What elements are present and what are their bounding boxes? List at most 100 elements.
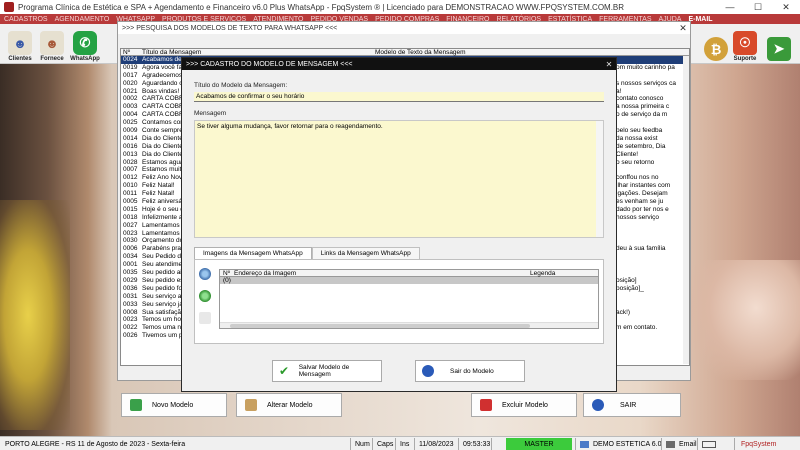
search-actions: Novo Modelo Alterar Modelo Excluir Model…	[117, 391, 691, 419]
statusbar: PORTO ALEGRE - RS 11 de Agosto de 2023 -…	[0, 436, 800, 450]
delete-template-button[interactable]: Excluir Modelo	[471, 393, 577, 417]
col-title[interactable]: Título da Mensagem	[140, 49, 373, 56]
row-id: 0033	[123, 300, 138, 308]
row-id: 0004	[123, 111, 138, 119]
people-icon: ☻	[8, 31, 32, 55]
row-text: nossos serviço	[616, 213, 659, 221]
dialog-title: >>> CADASTRO DO MODELO DE MENSAGEM <<<	[186, 60, 353, 68]
row-text: da nossa exist	[616, 134, 658, 142]
template-editor-dialog: >>> CADASTRO DO MODELO DE MENSAGEM <<< ✕…	[181, 57, 617, 392]
row-id: 0022	[123, 324, 138, 332]
brand-label: FpqSystem	[741, 440, 777, 448]
divider	[734, 438, 735, 450]
insert-indicator: Ins	[400, 440, 410, 448]
divider	[350, 438, 351, 450]
new-template-button[interactable]: Novo Modelo	[121, 393, 227, 417]
menu-agendamento[interactable]: AGENDAMENTO	[55, 16, 110, 23]
row-id: 0023	[123, 229, 138, 237]
whatsapp-icon: ✆	[73, 31, 97, 55]
search-window-title: >>> PESQUISA DOS MODELOS DE TEXTO PARA W…	[122, 24, 338, 32]
menu-cadastros[interactable]: CADASTROS	[4, 16, 48, 23]
col-text[interactable]: Modelo de Texto da Mensagem	[373, 49, 466, 56]
supplier-icon: ☻	[40, 31, 64, 55]
template-title-field[interactable]: Acabamos de confirmar o seu horário	[194, 92, 604, 102]
row-id: 0018	[123, 213, 138, 221]
exit-app-button[interactable]: ➤	[763, 26, 795, 62]
horizontal-scrollbar[interactable]	[220, 322, 598, 328]
col-image-path[interactable]: Endereço da Imagem	[234, 270, 296, 277]
app-icon	[4, 2, 14, 12]
edit-template-button[interactable]: Alterar Modelo	[236, 393, 342, 417]
pencil-icon	[245, 399, 257, 411]
row-text: s nossos serviços ca	[616, 79, 676, 87]
table-row[interactable]: (0)	[220, 277, 598, 284]
row-text: posição]_	[616, 284, 644, 292]
search-window-titlebar: >>> PESQUISA DOS MODELOS DE TEXTO PARA W…	[118, 22, 690, 34]
col-num[interactable]: Nº	[223, 270, 230, 277]
row-id: 0001	[123, 261, 138, 269]
delete-document-icon	[480, 399, 492, 411]
num-lock-indicator: Num	[355, 440, 370, 448]
divider	[395, 438, 396, 450]
close-button[interactable]: ✕	[772, 0, 800, 14]
support-icon: ☉	[733, 31, 757, 55]
monitor-icon	[580, 440, 589, 448]
vertical-scrollbar[interactable]	[596, 121, 603, 237]
row-id: 0023	[123, 316, 138, 324]
row-text: a nossa primeira c	[616, 103, 670, 111]
fornece-button[interactable]: ☻ Fornece	[36, 26, 68, 62]
suporte-button[interactable]: ☉ Suporte	[729, 26, 761, 62]
divider	[575, 438, 576, 450]
media-tabs: Imagens da Mensagem WhatsApp Links da Me…	[194, 247, 420, 259]
new-template-label: Novo Modelo	[152, 401, 194, 409]
menu-email[interactable]: E-MAIL	[688, 16, 712, 23]
bitcoin-button[interactable]: ₿	[700, 26, 732, 62]
row-id: 0013	[123, 150, 138, 158]
vertical-scrollbar[interactable]	[683, 56, 689, 364]
email-label: Email	[679, 440, 697, 448]
divider	[414, 438, 415, 450]
row-id: 0009	[123, 127, 138, 135]
tab-images[interactable]: Imagens da Mensagem WhatsApp	[194, 247, 312, 259]
close-icon[interactable]: ✕	[676, 23, 690, 34]
search-image-icon[interactable]	[199, 268, 211, 280]
checkmark-icon: ✔	[279, 364, 290, 378]
row-text: m em contato.	[616, 324, 658, 332]
row-id: 0012	[123, 174, 138, 182]
divider	[458, 438, 459, 450]
row-id: 0011	[123, 190, 137, 198]
row-text: osição]	[616, 276, 637, 284]
col-caption[interactable]: Legenda	[530, 270, 555, 277]
tab-links[interactable]: Links da Mensagem WhatsApp	[311, 247, 420, 259]
row-num: (0)	[223, 277, 231, 284]
keyboard-icon	[699, 438, 719, 450]
title-field-label: Título do Modelo da Mensagem:	[194, 82, 288, 89]
message-textarea[interactable]: Se tiver alguma mudança, favor retornar …	[194, 120, 604, 238]
images-table[interactable]: Nº Endereço da Imagem Legenda (0)	[219, 269, 599, 329]
row-text: om muito carinho pa	[616, 63, 675, 71]
edit-template-label: Alterar Modelo	[267, 401, 313, 409]
save-template-button[interactable]: ✔ Salvar Modelo de Mensagem	[272, 360, 382, 382]
email-icon	[666, 440, 675, 448]
row-text: Cliente!	[616, 150, 639, 158]
add-image-icon[interactable]	[199, 290, 211, 302]
row-id: 0020	[123, 79, 138, 87]
whatsapp-label: WhatsApp	[70, 56, 100, 62]
exit-arrow-icon	[592, 399, 604, 411]
images-panel: Nº Endereço da Imagem Legenda (0)	[194, 259, 604, 344]
row-id: 0019	[123, 63, 138, 71]
minimize-button[interactable]: —	[716, 0, 744, 14]
exit-search-button[interactable]: SAIR	[583, 393, 681, 417]
image-actions	[199, 268, 213, 334]
maximize-button[interactable]: ☐	[744, 0, 772, 14]
clientes-button[interactable]: ☻ Clientes	[4, 26, 36, 62]
row-id: 0010	[123, 182, 138, 190]
exit-template-button[interactable]: Sair do Modelo	[415, 360, 525, 382]
email-button[interactable]: Email	[663, 438, 700, 450]
scrollbar-thumb[interactable]	[230, 324, 530, 328]
whatsapp-button[interactable]: ✆ WhatsApp	[69, 26, 101, 62]
row-id: 0028	[123, 158, 138, 166]
close-icon[interactable]: ✕	[602, 60, 616, 69]
status-date: 11/08/2023	[419, 440, 454, 448]
col-num[interactable]: Nº	[121, 49, 140, 56]
